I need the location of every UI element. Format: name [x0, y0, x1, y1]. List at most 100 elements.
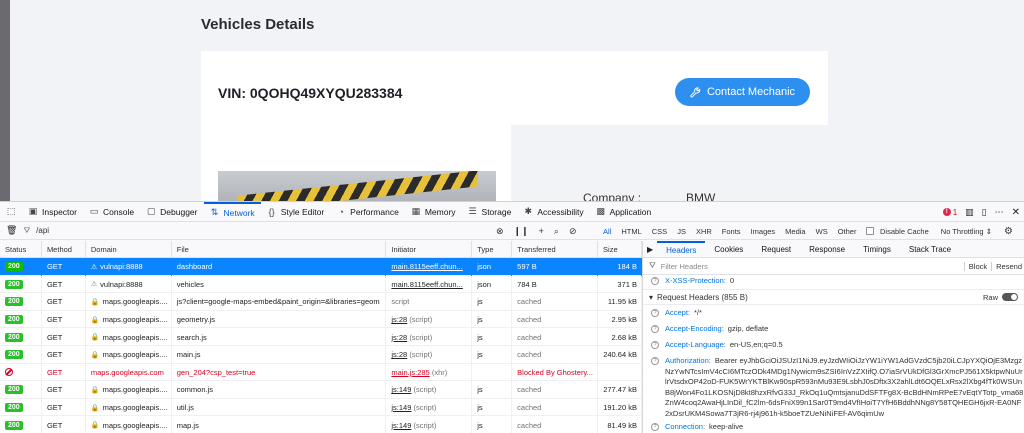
lock-icon: 🔒 — [90, 316, 100, 324]
status-badge: 200 — [5, 315, 23, 325]
split-console-icon[interactable]: ▥ — [965, 207, 974, 218]
initiator-link[interactable]: js:28 — [391, 333, 407, 342]
tab-stack-trace[interactable]: Stack Trace — [900, 241, 960, 258]
contact-mechanic-button[interactable]: Contact Mechanic — [675, 78, 810, 106]
filter-images[interactable]: Images — [746, 222, 781, 240]
throttling-select[interactable]: No Throttling ⇕ — [941, 227, 992, 236]
tab-debugger[interactable]: ▢ Debugger — [140, 202, 203, 222]
filter-fonts[interactable]: Fonts — [717, 222, 746, 240]
tab-application[interactable]: ▩ Application — [590, 202, 658, 222]
col-file[interactable]: File — [172, 241, 387, 258]
filter-js[interactable]: JS — [672, 222, 691, 240]
col-size[interactable]: Size — [598, 241, 642, 258]
tab-style-editor[interactable]: {} Style Editor — [261, 202, 330, 222]
lock-icon: 🔒 — [90, 334, 100, 342]
initiator-link[interactable]: js:28 — [391, 350, 407, 359]
request-header-line: ? Accept: */* — [643, 308, 1024, 321]
initiator-link[interactable]: js:149 — [391, 421, 411, 430]
col-domain[interactable]: Domain — [86, 241, 172, 258]
contact-mechanic-label: Contact Mechanic — [706, 86, 796, 98]
insecure-icon: ⚠ — [90, 281, 98, 289]
col-method[interactable]: Method — [42, 241, 86, 258]
initiator-link[interactable]: main.8115eeff.chun... — [391, 262, 462, 271]
filter-xhr[interactable]: XHR — [691, 222, 717, 240]
initiator-link[interactable]: main.js:285 — [391, 368, 429, 377]
table-row[interactable]: 200 GET ⚠ vulnapi:8888 vehicles main.8115eeff… — [0, 275, 642, 294]
filter-input[interactable]: /api — [36, 226, 49, 235]
vehicle-image — [218, 171, 496, 201]
table-row[interactable]: 200 GET 🔒 maps.googleapis.... util.js js:149 … — [0, 398, 642, 417]
filter-html[interactable]: HTML — [616, 222, 646, 240]
initiator-link[interactable]: main.8115eeff.chun... — [391, 280, 462, 289]
request-header-line: ? Accept-Encoding: gzip, deflate — [643, 324, 1024, 337]
table-row[interactable]: 200 GET 🔒 maps.googleapis.... map.js js:149 (… — [0, 416, 642, 433]
error-badge[interactable]: ! 1 — [942, 208, 957, 217]
more-options-icon[interactable]: ⋯ — [995, 207, 1004, 218]
resend-button[interactable]: Resend — [991, 262, 1022, 271]
tab-network[interactable]: ⇅ Network — [203, 201, 261, 222]
add-icon[interactable]: + — [539, 226, 544, 236]
filter-all[interactable]: All — [598, 222, 616, 240]
help-icon[interactable]: ? — [651, 325, 659, 333]
settings-icon[interactable]: ⚙ — [1004, 226, 1013, 237]
responsive-design-icon[interactable]: ▯ — [982, 207, 987, 218]
table-row[interactable]: 200 GET 🔒 maps.googleapis.... common.js js:14… — [0, 381, 642, 399]
initiator-link[interactable]: js:149 — [391, 403, 411, 412]
tab-memory[interactable]: ▦ Memory — [405, 202, 462, 222]
filter-headers-input[interactable]: Filter Headers — [661, 262, 708, 271]
help-icon[interactable]: ? — [651, 341, 659, 349]
col-type[interactable]: Type — [472, 241, 513, 258]
details-toggle-icon[interactable]: ▶ — [643, 245, 657, 254]
request-headers-list: ? Accept: */* ? Accept-Encoding: gzip, deflat… — [643, 305, 1024, 433]
table-row[interactable]: 200 GET 🔒 maps.googleapis.... search.js js:28… — [0, 328, 642, 346]
tab-request[interactable]: Request — [752, 241, 800, 258]
error-icon: ! — [942, 208, 951, 216]
trash-icon[interactable]: 🗑 — [6, 225, 17, 236]
help-icon[interactable]: ? — [651, 357, 659, 365]
tab-performance[interactable]: ◔ Performance — [330, 202, 405, 222]
help-icon[interactable]: ? — [651, 423, 659, 431]
devtools-panel: ⬚ ▣ Inspector ▭ Console ▢ Debugger ⇅ Network… — [0, 201, 1024, 433]
disable-cache-checkbox[interactable] — [866, 227, 874, 235]
tab-response[interactable]: Response — [800, 241, 854, 258]
close-icon[interactable]: ✕ — [1012, 207, 1020, 218]
table-row[interactable]: 200 GET 🔒 maps.googleapis.... geometry.js js:… — [0, 310, 642, 329]
filter-ws[interactable]: WS — [811, 222, 833, 240]
table-row[interactable]: 200 GET 🔒 maps.googleapis.... main.js js:28 (… — [0, 345, 642, 364]
initiator-link[interactable]: js:28 — [391, 315, 407, 324]
raw-toggle[interactable] — [1002, 293, 1018, 301]
initiator-link[interactable]: js:149 — [391, 385, 411, 394]
request-headers-section[interactable]: ▾ Request Headers (855 B) Raw — [643, 289, 1024, 305]
pause-icon[interactable]: ❙❙ — [514, 226, 529, 237]
tab-headers[interactable]: Headers — [657, 241, 706, 258]
filter-other[interactable]: Other — [833, 222, 862, 240]
clear-filter-icon[interactable]: ⊗ — [496, 226, 504, 237]
request-details: ▶ Headers Cookies Request Response Timin… — [643, 241, 1024, 433]
help-icon[interactable]: ? — [651, 309, 659, 317]
block-button[interactable]: Block — [963, 262, 987, 271]
col-initiator[interactable]: Initiator — [386, 241, 473, 258]
block-icon[interactable]: ⊘ — [569, 226, 577, 237]
help-icon[interactable]: ? — [651, 277, 659, 285]
col-transferred[interactable]: Transferred — [512, 241, 599, 258]
table-row[interactable]: 200 GET ⚠ vulnapi:8888 dashboard main.8115eef… — [0, 258, 642, 276]
tab-accessibility[interactable]: ✱ Accessibility — [517, 202, 589, 222]
col-status[interactable]: Status — [0, 241, 42, 258]
accessibility-icon: ✱ — [524, 206, 533, 216]
page-title: Vehicles Details — [201, 16, 315, 33]
search-icon[interactable]: ⌕ — [554, 226, 559, 237]
blocked-icon — [5, 368, 13, 377]
tab-timings[interactable]: Timings — [854, 241, 900, 258]
tab-console[interactable]: ▭ Console — [83, 202, 140, 222]
vehicle-card: VIN: 0QOHQ49XYQU283384 Contact Mechanic … — [201, 51, 828, 201]
table-body: 200 GET ⚠ vulnapi:8888 dashboard main.8115eef… — [0, 258, 642, 433]
filter-css[interactable]: CSS — [647, 222, 672, 240]
details-tabs: ▶ Headers Cookies Request Response Timin… — [643, 241, 1024, 258]
table-row[interactable]: 200 GET 🔒 maps.googleapis.... js?client=goog… — [0, 293, 642, 311]
tab-inspector[interactable]: ▣ Inspector — [22, 202, 83, 222]
tab-cookies[interactable]: Cookies — [705, 241, 752, 258]
table-row[interactable]: GET maps.googleapis.com gen_204?csp_test=t… — [0, 363, 642, 382]
tab-storage[interactable]: ☰ Storage — [462, 202, 518, 222]
filter-media[interactable]: Media — [780, 222, 810, 240]
pick-element-button[interactable]: ⬚ — [0, 202, 22, 222]
